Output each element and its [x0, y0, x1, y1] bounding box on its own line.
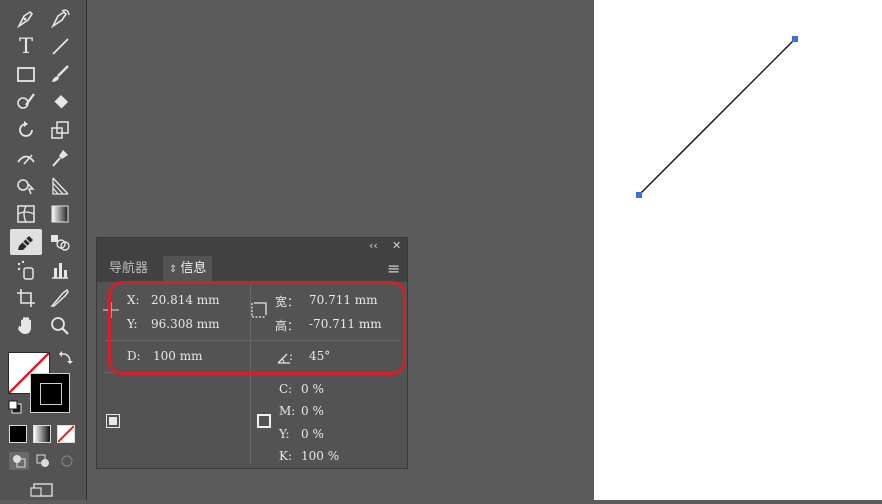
- eyedropper-tool-icon[interactable]: [10, 229, 42, 255]
- mesh-tool-icon[interactable]: [12, 201, 40, 227]
- black-label: K:: [279, 449, 293, 463]
- zoom-tool-icon[interactable]: [46, 313, 74, 339]
- eraser-tool-icon[interactable]: [46, 89, 74, 115]
- magenta-label: M:: [279, 404, 296, 418]
- fill-indicator-icon: [106, 414, 120, 428]
- stroke-swatch-inner: [40, 383, 62, 405]
- tab-label: 信息: [180, 261, 207, 276]
- type-tool-icon[interactable]: T: [12, 33, 40, 59]
- yellow-value: 0 %: [301, 427, 324, 441]
- screen-mode-icon[interactable]: [30, 480, 56, 500]
- artboard[interactable]: [594, 0, 882, 500]
- collapse-panel-icon[interactable]: ‹‹: [369, 239, 378, 252]
- pen-tool-icon[interactable]: [12, 5, 40, 31]
- cyan-value: 0 %: [301, 382, 324, 396]
- column-graph-tool-icon[interactable]: [46, 257, 74, 283]
- anchor-point[interactable]: [792, 36, 798, 42]
- selected-line-path[interactable]: [594, 0, 882, 500]
- hand-tool-icon[interactable]: [12, 313, 40, 339]
- tab-info[interactable]: ⇕ 信息: [163, 256, 213, 282]
- yellow-label: Y:: [279, 427, 290, 441]
- draw-inside-button[interactable]: [57, 452, 77, 470]
- gradient-mode-button[interactable]: [33, 425, 51, 443]
- draw-normal-icon: [13, 455, 26, 468]
- line-segment-tool-icon[interactable]: [46, 33, 74, 59]
- draw-normal-button[interactable]: [9, 452, 29, 470]
- close-panel-icon[interactable]: ✕: [392, 239, 401, 252]
- anchor-point[interactable]: [636, 192, 642, 198]
- type-tool-glyph: T: [18, 34, 33, 58]
- tab-navigator[interactable]: 导航器: [103, 256, 154, 282]
- curvature-tool-icon[interactable]: [46, 5, 74, 31]
- color-mode-button[interactable]: [9, 425, 27, 443]
- stroke-indicator-icon: [257, 414, 271, 428]
- perspective-grid-tool-icon[interactable]: [46, 173, 74, 199]
- tab-toggle-icon: ⇕: [169, 264, 178, 275]
- panel-menu-icon[interactable]: ≡: [387, 259, 400, 278]
- panel-tab-bar: 导航器 ⇕ 信息 ≡: [97, 256, 407, 282]
- blend-tool-icon[interactable]: [46, 229, 74, 255]
- rotate-tool-icon[interactable]: [12, 117, 40, 143]
- magenta-value: 0 %: [301, 404, 324, 418]
- black-value: 100 %: [301, 449, 340, 463]
- shaper-tool-icon[interactable]: [12, 89, 40, 115]
- stroke-swatch[interactable]: [30, 373, 70, 413]
- artboard-tool-icon[interactable]: [12, 285, 40, 311]
- cyan-label: C:: [279, 382, 293, 396]
- paintbrush-tool-icon[interactable]: [46, 61, 74, 87]
- rectangle-tool-icon[interactable]: [12, 61, 40, 87]
- swap-fill-stroke-icon[interactable]: [58, 349, 74, 365]
- highlight-annotation: [108, 281, 406, 375]
- none-mode-button[interactable]: [57, 425, 75, 443]
- none-slash-icon: [58, 426, 74, 442]
- puppet-warp-tool-icon[interactable]: [46, 145, 74, 171]
- draw-behind-icon: [36, 454, 49, 467]
- tools-panel: T: [0, 0, 87, 500]
- default-fill-stroke-icon[interactable]: [8, 399, 22, 414]
- panel-title-bar[interactable]: ‹‹ ✕: [97, 238, 407, 256]
- draw-behind-button[interactable]: [33, 452, 53, 470]
- scale-tool-icon[interactable]: [46, 117, 74, 143]
- gradient-tool-icon[interactable]: [46, 201, 74, 227]
- symbol-sprayer-tool-icon[interactable]: [12, 257, 40, 283]
- tab-label: 导航器: [109, 261, 149, 276]
- draw-inside-icon: [61, 455, 73, 467]
- shape-builder-tool-icon[interactable]: [12, 173, 40, 199]
- slice-tool-icon[interactable]: [46, 285, 74, 311]
- width-tool-icon[interactable]: [12, 145, 40, 171]
